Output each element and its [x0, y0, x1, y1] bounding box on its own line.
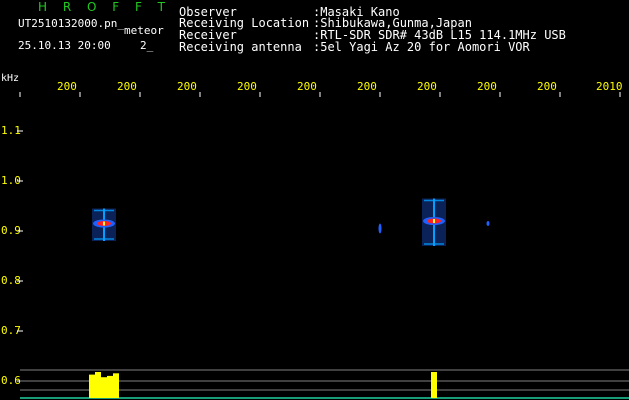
echo-faint — [486, 221, 490, 226]
activity-bar — [89, 374, 95, 398]
echo-hot — [433, 219, 435, 223]
spectrogram-plot — [17, 92, 629, 399]
activity-bar — [431, 372, 437, 398]
activity-layer — [20, 369, 629, 399]
activity-bar — [101, 377, 107, 398]
echo-hot — [103, 221, 105, 226]
echo-faint — [378, 223, 382, 234]
activity-bar — [107, 375, 113, 398]
activity-bar — [95, 372, 101, 398]
activity-bar — [113, 373, 119, 398]
echo-layer — [92, 198, 490, 246]
